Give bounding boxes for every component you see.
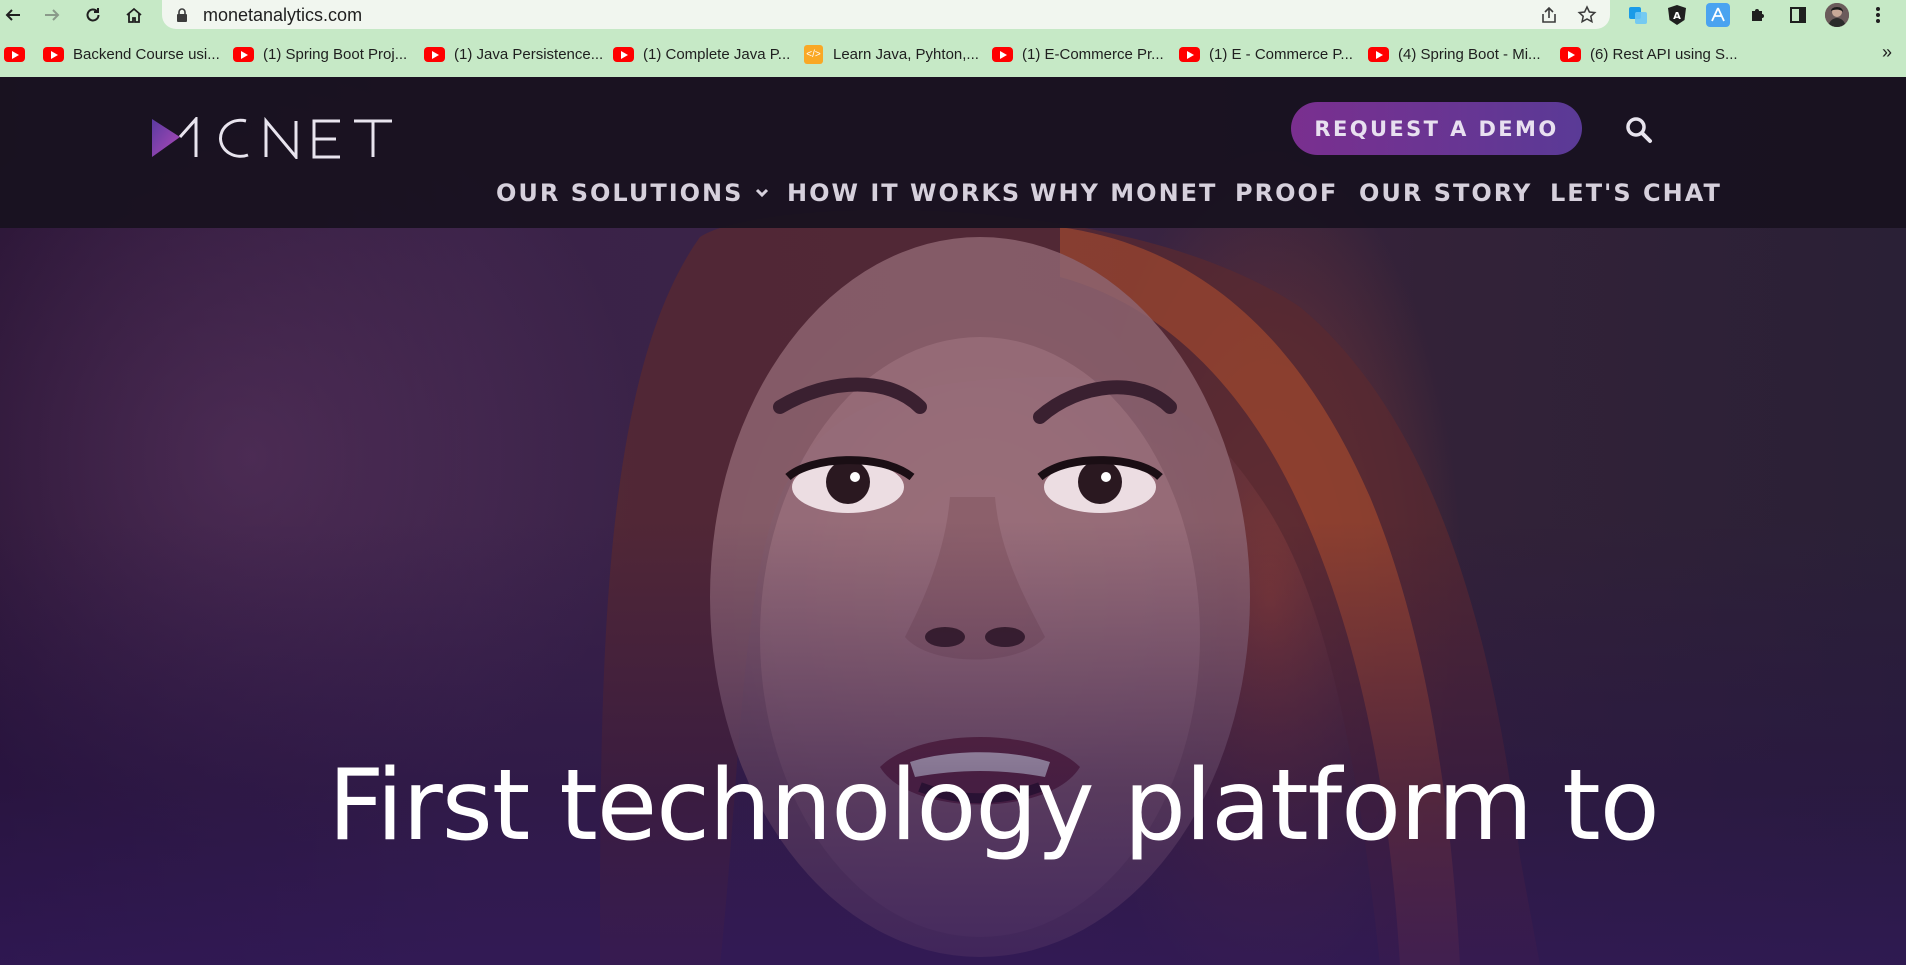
search-icon[interactable]	[1625, 116, 1653, 144]
bookmark-item[interactable]	[4, 43, 34, 65]
bookmark-label: (1) Java Persistence...	[454, 45, 604, 63]
extensions-puzzle-icon[interactable]	[1746, 3, 1770, 27]
chevron-down-icon	[756, 188, 769, 198]
bookmark-item[interactable]: (1) Spring Boot Proj...	[233, 43, 407, 65]
nav-label: HOW IT WORKS	[787, 179, 1022, 207]
translate-extension-icon[interactable]	[1626, 3, 1650, 27]
bookmark-label: (1) Spring Boot Proj...	[263, 45, 408, 63]
bookmark-item[interactable]: (1) E-Commerce Pr...	[992, 43, 1164, 65]
side-panel-icon[interactable]	[1786, 3, 1810, 27]
browser-toolbar: monetanalytics.com A	[0, 0, 1906, 30]
bookmarks-overflow-icon[interactable]: »	[1882, 42, 1892, 63]
bookmark-label: (1) E-Commerce Pr...	[1022, 45, 1164, 63]
svg-text:A: A	[1673, 11, 1681, 22]
bookmark-item[interactable]: (1) Java Persistence...	[424, 43, 603, 65]
home-icon[interactable]	[121, 2, 147, 28]
nav-label: OUR STORY	[1359, 179, 1533, 207]
nav-label: WHY MONET	[1030, 179, 1218, 207]
bookmark-label: (6) Rest API using S...	[1590, 45, 1738, 63]
nav-why-monet[interactable]: WHY MONET	[1030, 177, 1217, 209]
menu-kebab-icon[interactable]	[1866, 3, 1890, 27]
back-icon[interactable]	[0, 2, 26, 28]
forward-icon[interactable]	[39, 2, 65, 28]
youtube-icon	[1179, 46, 1200, 62]
app-extension-icon[interactable]	[1706, 3, 1730, 27]
request-demo-button[interactable]: REQUEST A DEMO	[1291, 102, 1582, 155]
bookmark-label: Learn Java, Pyhton,...	[833, 45, 979, 63]
bookmarks-bar: Backend Course usi... (1) Spring Boot Pr…	[0, 30, 1906, 77]
nav-label: LET'S CHAT	[1550, 179, 1722, 207]
youtube-icon	[1368, 46, 1389, 62]
nav-our-story[interactable]: OUR STORY	[1359, 177, 1532, 209]
youtube-icon	[613, 46, 634, 62]
bookmark-label: (1) E - Commerce P...	[1209, 45, 1353, 63]
website-viewport: REQUEST A DEMO OUR SOLUTIONS HOW IT WORK…	[0, 77, 1906, 965]
bookmark-label: Backend Course usi...	[73, 45, 220, 63]
reload-icon[interactable]	[80, 2, 106, 28]
youtube-icon	[992, 46, 1013, 62]
youtube-icon	[1560, 46, 1581, 62]
youtube-icon	[233, 46, 254, 62]
bookmark-label: (4) Spring Boot - Mi...	[1398, 45, 1541, 63]
share-icon[interactable]	[1538, 4, 1560, 26]
address-bar[interactable]: monetanalytics.com	[162, 0, 1610, 29]
bookmark-item[interactable]: (1) Complete Java P...	[613, 43, 790, 65]
nav-proof[interactable]: PROOF	[1235, 177, 1338, 209]
profile-avatar[interactable]	[1825, 3, 1849, 27]
site-header: REQUEST A DEMO OUR SOLUTIONS HOW IT WORK…	[0, 77, 1906, 228]
nav-how-it-works[interactable]: HOW IT WORKS	[787, 177, 1021, 209]
hero-headline: First technology platform to	[328, 749, 1660, 863]
url-text: monetanalytics.com	[203, 5, 363, 25]
angular-extension-icon[interactable]: A	[1665, 3, 1689, 27]
bookmark-item[interactable]: (6) Rest API using S...	[1560, 43, 1738, 65]
nav-label: PROOF	[1235, 179, 1339, 207]
bookmark-label: (1) Complete Java P...	[643, 45, 791, 63]
youtube-icon	[43, 46, 64, 62]
bookmark-item[interactable]: (4) Spring Boot - Mi...	[1368, 43, 1541, 65]
lock-icon	[177, 8, 187, 22]
youtube-icon	[4, 46, 25, 62]
bookmark-item[interactable]: </> Learn Java, Pyhton,...	[804, 43, 979, 65]
nav-lets-chat[interactable]: LET'S CHAT	[1550, 177, 1722, 209]
bookmark-star-icon[interactable]	[1576, 4, 1598, 26]
youtube-icon	[424, 46, 445, 62]
nav-label: OUR SOLUTIONS	[496, 179, 744, 207]
bookmark-item[interactable]: Backend Course usi...	[43, 43, 220, 65]
bookmark-item[interactable]: (1) E - Commerce P...	[1179, 43, 1353, 65]
code-icon: </>	[804, 44, 823, 64]
monet-logo[interactable]	[150, 117, 395, 159]
nav-our-solutions[interactable]: OUR SOLUTIONS	[496, 177, 769, 209]
